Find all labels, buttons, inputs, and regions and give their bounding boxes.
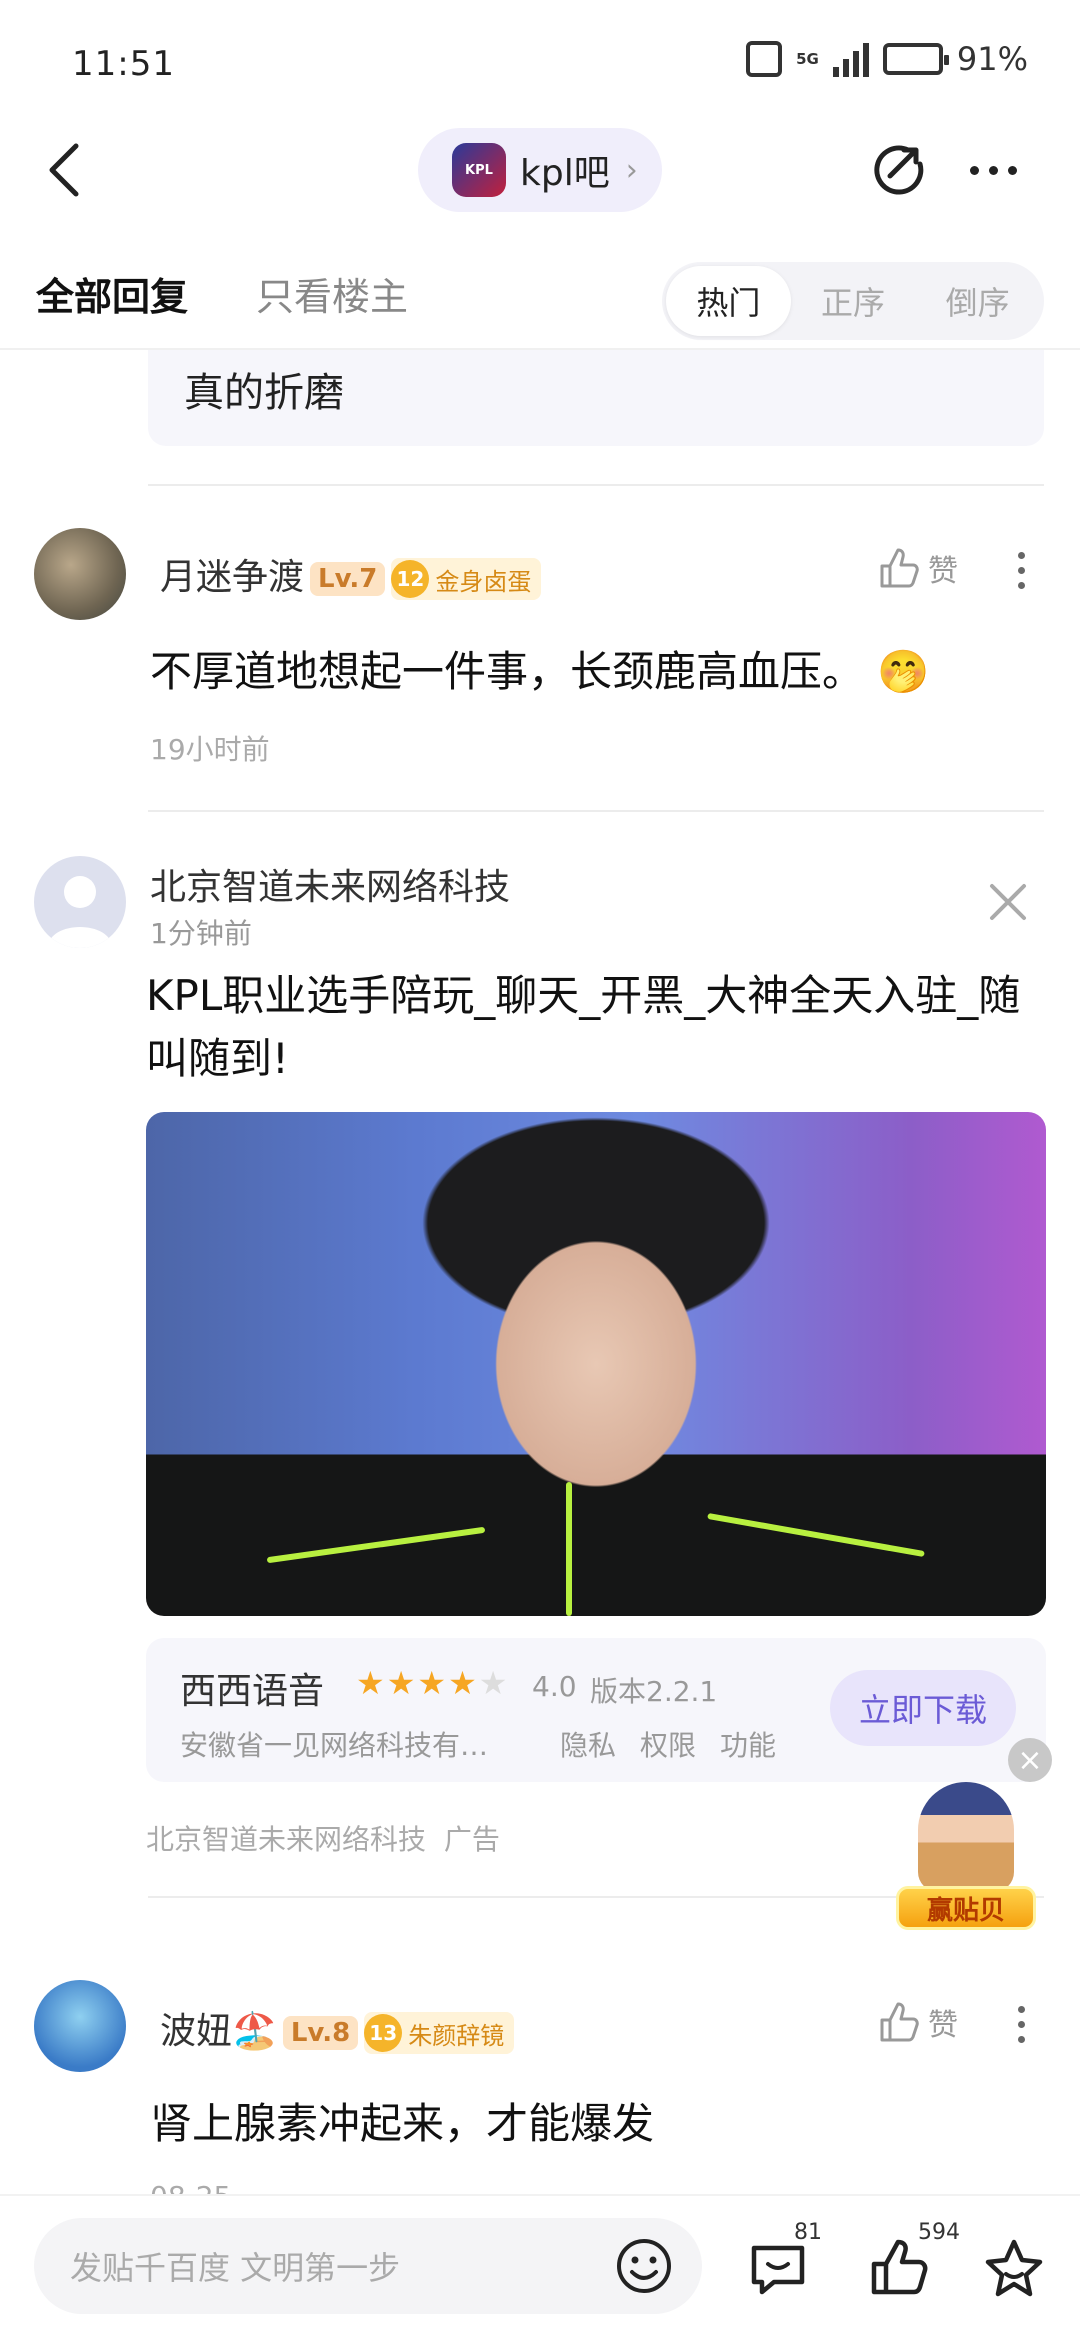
quoted-text: 真的折磨 bbox=[184, 370, 344, 416]
sort-desc[interactable]: 倒序 bbox=[915, 266, 1040, 336]
username[interactable]: 波妞🏖️ Lv.8 13 朱颜辞镜 bbox=[160, 2002, 515, 2054]
star-icon bbox=[985, 2239, 1043, 2297]
tab-all-replies[interactable]: 全部回复 bbox=[36, 266, 188, 321]
signal-icon bbox=[832, 41, 869, 77]
compose-input[interactable]: 发贴千百度 文明第一步 bbox=[34, 2218, 702, 2314]
username[interactable]: 月迷争渡 Lv.7 12 金身卤蛋 bbox=[160, 548, 542, 600]
status-time: 11:51 bbox=[72, 44, 175, 84]
permissions-link[interactable]: 权限 bbox=[640, 1724, 696, 1764]
forum-name: kpl吧 bbox=[520, 153, 610, 194]
comment-text[interactable]: 不厚道地想起一件事，长颈鹿高血压。 🤭 bbox=[150, 640, 1030, 703]
app-name: 西西语音 bbox=[180, 1671, 325, 1712]
ad-tag: 广告 bbox=[443, 1823, 500, 1856]
network-type: 5G bbox=[796, 50, 819, 68]
close-icon: × bbox=[1017, 1742, 1043, 1778]
quoted-reply[interactable]: 真的折磨 bbox=[148, 350, 1044, 446]
sort-hot[interactable]: 热门 bbox=[666, 266, 791, 336]
app-version: 版本2.2.1 bbox=[590, 1675, 718, 1708]
features-link[interactable]: 功能 bbox=[720, 1724, 776, 1764]
top-bar: KPL kpl吧 › bbox=[0, 120, 1080, 220]
bottom-bar: 发贴千百度 文明第一步 81 594 bbox=[0, 2194, 1080, 2340]
star-icon: ★★★★ bbox=[356, 1664, 479, 1702]
status-bar: 11:51 5G 91% bbox=[0, 0, 1080, 120]
more-vertical-icon bbox=[1017, 2005, 1025, 2013]
avatar[interactable] bbox=[34, 528, 126, 620]
promo-label: 赢贴贝 bbox=[896, 1886, 1036, 1930]
comment-count: 81 bbox=[794, 2220, 822, 2245]
comment-more-button[interactable] bbox=[1006, 1994, 1036, 2054]
divider bbox=[148, 484, 1044, 486]
star-rating: ★★★★★ bbox=[356, 1664, 509, 1702]
like-post-button[interactable] bbox=[866, 2236, 930, 2300]
status-icons: 5G 91% bbox=[746, 40, 1028, 78]
vibrate-icon bbox=[746, 41, 783, 77]
forum-pill[interactable]: KPL kpl吧 › bbox=[418, 128, 662, 212]
more-vertical-icon bbox=[1017, 551, 1025, 559]
share-button[interactable] bbox=[868, 140, 928, 200]
filter-bar: 全部回复 只看楼主 热门 正序 倒序 bbox=[0, 240, 1080, 350]
more-button[interactable] bbox=[958, 140, 1028, 200]
favorite-button[interactable] bbox=[982, 2236, 1046, 2300]
app-card[interactable]: 西西语音 ★★★★★ 4.0 版本2.2.1 安徽省一见网络科技有… 隐私 权限… bbox=[146, 1638, 1046, 1782]
level-badge: Lv.8 bbox=[282, 2016, 359, 2050]
comment-text[interactable]: 肾上腺素冲起来，才能爆发 bbox=[150, 2092, 1030, 2155]
sort-asc[interactable]: 正序 bbox=[791, 266, 916, 336]
emoji: 🤭 bbox=[877, 647, 930, 696]
emoji-button[interactable] bbox=[614, 2236, 674, 2296]
battery-level: 91% bbox=[956, 40, 1028, 78]
app-company: 安徽省一见网络科技有… bbox=[180, 1729, 489, 1762]
like-button[interactable]: 赞 bbox=[876, 546, 958, 590]
default-user-icon bbox=[48, 876, 112, 948]
like-button[interactable]: 赞 bbox=[876, 2000, 958, 2044]
battery-icon bbox=[882, 43, 949, 75]
ad-time: 1分钟前 bbox=[150, 917, 252, 950]
thumbs-up-icon bbox=[880, 2002, 919, 2042]
promo-character-image bbox=[918, 1782, 1014, 1892]
chevron-right-icon: › bbox=[625, 152, 638, 188]
divider bbox=[148, 810, 1044, 812]
comment-time: 19小时前 bbox=[150, 733, 270, 766]
badge-number: 12 bbox=[391, 560, 430, 598]
advertiser-name[interactable]: 北京智道未来网络科技 bbox=[150, 858, 510, 910]
share-icon bbox=[874, 145, 924, 195]
like-count: 594 bbox=[918, 2220, 960, 2245]
comment-more-button[interactable] bbox=[1006, 540, 1036, 600]
ad-image[interactable] bbox=[146, 1112, 1046, 1616]
star-empty-icon: ★ bbox=[478, 1664, 510, 1702]
privacy-link[interactable]: 隐私 bbox=[560, 1724, 616, 1764]
smile-icon bbox=[617, 2239, 671, 2293]
download-button[interactable]: 立即下载 bbox=[830, 1670, 1016, 1746]
ad-footer: 北京智道未来网络科技 广告 bbox=[146, 1823, 500, 1856]
thumbs-up-icon bbox=[880, 548, 919, 588]
ad-text[interactable]: KPL职业选手陪玩_聊天_开黑_大神全天入驻_随叫随到! bbox=[146, 964, 1046, 1090]
promo-widget[interactable]: 赢贴贝 bbox=[896, 1782, 1036, 1932]
app-rating: 4.0 bbox=[532, 1670, 577, 1703]
more-icon bbox=[969, 165, 979, 175]
comment-icon bbox=[751, 2245, 805, 2295]
close-promo-button[interactable]: × bbox=[1008, 1738, 1052, 1782]
back-button[interactable] bbox=[36, 142, 92, 198]
title-badge: 13 朱颜辞镜 bbox=[364, 2012, 515, 2054]
advertiser-avatar[interactable] bbox=[34, 856, 126, 948]
thumbs-up-icon bbox=[871, 2239, 928, 2295]
chevron-left-icon bbox=[49, 143, 79, 197]
sort-toggle: 热门 正序 倒序 bbox=[662, 262, 1044, 340]
avatar[interactable] bbox=[34, 1980, 126, 2072]
forum-logo: KPL bbox=[452, 143, 506, 197]
comment-button[interactable] bbox=[746, 2236, 810, 2300]
compose-placeholder: 发贴千百度 文明第一步 bbox=[70, 2249, 401, 2287]
close-ad-button[interactable] bbox=[986, 880, 1030, 924]
level-badge: Lv.7 bbox=[310, 562, 386, 596]
badge-number: 13 bbox=[364, 2014, 403, 2052]
app-links: 隐私 权限 功能 bbox=[560, 1724, 776, 1764]
close-icon bbox=[990, 884, 1026, 920]
title-badge: 12 金身卤蛋 bbox=[391, 558, 542, 600]
tab-op-only[interactable]: 只看楼主 bbox=[256, 266, 408, 321]
